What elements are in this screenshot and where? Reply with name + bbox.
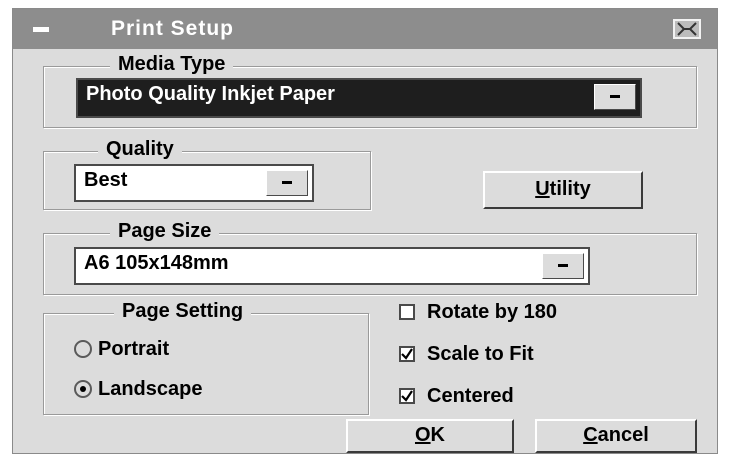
media-type-dropdown[interactable]: Photo Quality Inkjet Paper [76,78,642,118]
quality-legend: Quality [98,138,182,161]
media-type-group: Media Type Photo Quality Inkjet Paper [43,53,697,128]
checkmark-icon [399,388,415,404]
quality-dropdown[interactable]: Best [74,164,314,202]
page-size-arrow-button[interactable] [542,253,584,279]
radio-selected-dot-icon [80,386,86,392]
print-setup-dialog: Print Setup Media Type Photo Quality Ink… [12,8,718,454]
page-size-value: A6 105x148mm [84,252,229,274]
media-type-value: Photo Quality Inkjet Paper [86,83,335,105]
ok-button[interactable]: OK [346,419,514,453]
page-setting-legend: Page Setting [114,300,252,323]
page-setting-group: Page Setting Portrait Landscape [43,300,369,415]
ok-label: K [430,424,445,446]
checkmark-icon [399,346,415,362]
quality-value: Best [84,169,128,191]
utility-button[interactable]: Utility [483,171,643,209]
window-title: Print Setup [111,17,235,40]
landscape-label: Landscape [98,378,203,400]
ok-mnemonic: O [414,424,431,446]
page-size-dropdown[interactable]: A6 105x148mm [74,247,590,285]
window-menu-icon[interactable] [33,27,49,32]
cancel-button[interactable]: Cancel [535,419,697,453]
maximize-icon[interactable] [673,19,701,39]
cancel-mnemonic: C [583,424,598,446]
page-size-group: Page Size A6 105x148mm [43,220,697,295]
checkbox-empty-icon [399,304,415,320]
media-type-arrow-button[interactable] [594,84,636,110]
dropdown-arrow-icon [610,95,620,98]
utility-mnemonic: U [535,178,550,200]
title-bar[interactable]: Print Setup [13,9,717,49]
centered-label: Centered [427,385,514,407]
cancel-label: ancel [597,424,649,446]
dropdown-arrow-icon [558,264,568,267]
portrait-label: Portrait [98,338,170,360]
dropdown-arrow-icon [282,181,292,184]
quality-group: Quality Best [43,138,371,210]
radio-circle-icon [74,340,92,358]
scale-label: Scale to Fit [427,343,534,365]
rotate-label: Rotate by 180 [427,301,558,323]
page-size-legend: Page Size [110,220,220,243]
quality-arrow-button[interactable] [266,170,308,196]
media-type-legend: Media Type [110,53,234,76]
radio-circle-icon [74,380,92,398]
utility-label: tility [549,178,591,200]
